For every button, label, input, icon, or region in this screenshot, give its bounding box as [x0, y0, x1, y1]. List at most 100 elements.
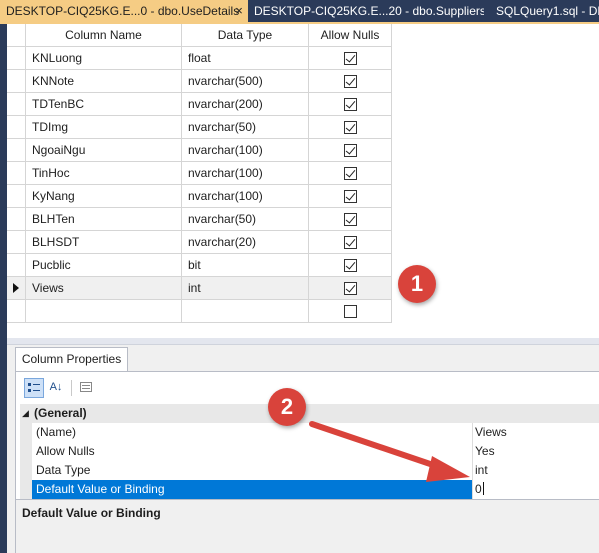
allow-nulls-checkbox[interactable]: [343, 167, 357, 180]
collapse-toggle-icon[interactable]: ◢: [22, 404, 32, 422]
category-label: (General): [34, 406, 87, 420]
property-value[interactable]: int: [472, 461, 599, 480]
allow-nulls-checkbox[interactable]: [343, 190, 357, 203]
table-row[interactable]: Views int: [7, 277, 392, 300]
property-value-text: int: [475, 463, 488, 477]
row-selector[interactable]: [7, 162, 26, 185]
column-name-cell[interactable]: KNNote: [26, 70, 182, 93]
row-selector[interactable]: [7, 93, 26, 116]
property-row[interactable]: Data Type int: [20, 461, 599, 480]
table-row[interactable]: TinHoc nvarchar(100): [7, 162, 392, 185]
row-selector[interactable]: [7, 116, 26, 139]
property-value-text: 0: [475, 482, 482, 496]
table-designer-grid: Column Name Data Type Allow Nulls KNLuon…: [7, 24, 599, 338]
allow-nulls-cell: [309, 185, 392, 208]
callout-badge-2: 2: [268, 388, 306, 426]
data-type-cell[interactable]: bit: [182, 254, 309, 277]
allow-nulls-checkbox[interactable]: [343, 282, 357, 295]
column-name-cell[interactable]: Pucblic: [26, 254, 182, 277]
table-row[interactable]: KNLuong float: [7, 47, 392, 70]
column-name-cell[interactable]: [26, 300, 182, 323]
toolbar-separator: [71, 380, 72, 396]
data-type-cell[interactable]: nvarchar(200): [182, 93, 309, 116]
description-title: Default Value or Binding: [22, 506, 161, 520]
row-selector[interactable]: [7, 139, 26, 162]
close-icon[interactable]: ×: [232, 0, 246, 22]
property-value-text: Yes: [475, 444, 495, 458]
tab-column-properties[interactable]: Column Properties: [15, 347, 128, 371]
table-row[interactable]: TDTenBC nvarchar(200): [7, 93, 392, 116]
property-category[interactable]: ◢ (General): [20, 404, 599, 423]
column-name-cell[interactable]: Views: [26, 277, 182, 300]
property-row[interactable]: (Name) Views: [20, 423, 599, 442]
row-selector[interactable]: [7, 47, 26, 70]
tab-suppliers[interactable]: DESKTOP-CIQ25KG.E...20 - dbo.Suppliers: [248, 0, 484, 22]
data-type-cell[interactable]: nvarchar(100): [182, 139, 309, 162]
property-pages-icon[interactable]: [76, 378, 96, 398]
properties-body: A↓ ◢ (General) (Name) Views Allow Nulls Yes Da…: [15, 371, 599, 553]
column-name-cell[interactable]: KNLuong: [26, 47, 182, 70]
row-selector[interactable]: [7, 231, 26, 254]
property-row[interactable]: Allow Nulls Yes: [20, 442, 599, 461]
allow-nulls-checkbox[interactable]: [343, 121, 357, 134]
column-name-cell[interactable]: BLHTen: [26, 208, 182, 231]
allow-nulls-checkbox[interactable]: [343, 305, 357, 318]
allow-nulls-checkbox[interactable]: [343, 75, 357, 88]
data-type-cell[interactable]: nvarchar(100): [182, 185, 309, 208]
table-row[interactable]: [7, 300, 392, 323]
callout-badge-1: 1: [398, 265, 436, 303]
allow-nulls-cell: [309, 162, 392, 185]
property-value[interactable]: Yes: [472, 442, 599, 461]
column-properties-panel: Column Properties A↓ ◢ (General) (Name) …: [7, 344, 599, 553]
table-row[interactable]: KNNote nvarchar(500): [7, 70, 392, 93]
text-caret: [482, 482, 484, 495]
allow-nulls-cell: [309, 254, 392, 277]
table-row[interactable]: Pucblic bit: [7, 254, 392, 277]
property-row[interactable]: Default Value or Binding 0: [20, 480, 599, 499]
row-selector[interactable]: [7, 70, 26, 93]
data-type-cell[interactable]: float: [182, 47, 309, 70]
allow-nulls-checkbox[interactable]: [343, 259, 357, 272]
data-type-cell[interactable]: nvarchar(20): [182, 231, 309, 254]
column-name-cell[interactable]: TinHoc: [26, 162, 182, 185]
property-value[interactable]: Views: [472, 423, 599, 442]
column-name-cell[interactable]: NgoaiNgu: [26, 139, 182, 162]
sort-alpha-icon[interactable]: A↓: [46, 378, 66, 398]
column-name-cell[interactable]: KyNang: [26, 185, 182, 208]
property-name: Default Value or Binding: [32, 480, 472, 499]
allow-nulls-checkbox[interactable]: [343, 52, 357, 65]
row-selector[interactable]: [7, 185, 26, 208]
allow-nulls-cell: [309, 231, 392, 254]
data-type-cell[interactable]: nvarchar(100): [182, 162, 309, 185]
table-row[interactable]: BLHTen nvarchar(50): [7, 208, 392, 231]
tab-usedetails[interactable]: DESKTOP-CIQ25KG.E...0 - dbo.UseDetails ×: [0, 0, 248, 22]
data-type-cell[interactable]: int: [182, 277, 309, 300]
column-name-cell[interactable]: BLHSDT: [26, 231, 182, 254]
column-name-cell[interactable]: TDTenBC: [26, 93, 182, 116]
allow-nulls-cell: [309, 70, 392, 93]
column-name-cell[interactable]: TDImg: [26, 116, 182, 139]
column-name-header: Column Name: [26, 24, 182, 47]
allow-nulls-cell: [309, 93, 392, 116]
default-value-input[interactable]: 0: [472, 480, 599, 499]
table-row[interactable]: BLHSDT nvarchar(20): [7, 231, 392, 254]
data-type-cell[interactable]: nvarchar(50): [182, 116, 309, 139]
allow-nulls-checkbox[interactable]: [343, 98, 357, 111]
allow-nulls-cell: [309, 139, 392, 162]
row-selector[interactable]: [7, 277, 26, 300]
allow-nulls-checkbox[interactable]: [343, 236, 357, 249]
data-type-cell[interactable]: nvarchar(500): [182, 70, 309, 93]
table-row[interactable]: NgoaiNgu nvarchar(100): [7, 139, 392, 162]
allow-nulls-checkbox[interactable]: [343, 213, 357, 226]
data-type-cell[interactable]: nvarchar(50): [182, 208, 309, 231]
allow-nulls-checkbox[interactable]: [343, 144, 357, 157]
data-type-cell[interactable]: [182, 300, 309, 323]
allow-nulls-cell: [309, 277, 392, 300]
categorized-icon[interactable]: [24, 378, 44, 398]
table-row[interactable]: TDImg nvarchar(50): [7, 116, 392, 139]
row-selector[interactable]: [7, 208, 26, 231]
row-selector[interactable]: [7, 254, 26, 277]
tab-sqlquery1[interactable]: SQLQuery1.sql - DE: [484, 0, 599, 22]
row-selector[interactable]: [7, 300, 26, 323]
table-row[interactable]: KyNang nvarchar(100): [7, 185, 392, 208]
